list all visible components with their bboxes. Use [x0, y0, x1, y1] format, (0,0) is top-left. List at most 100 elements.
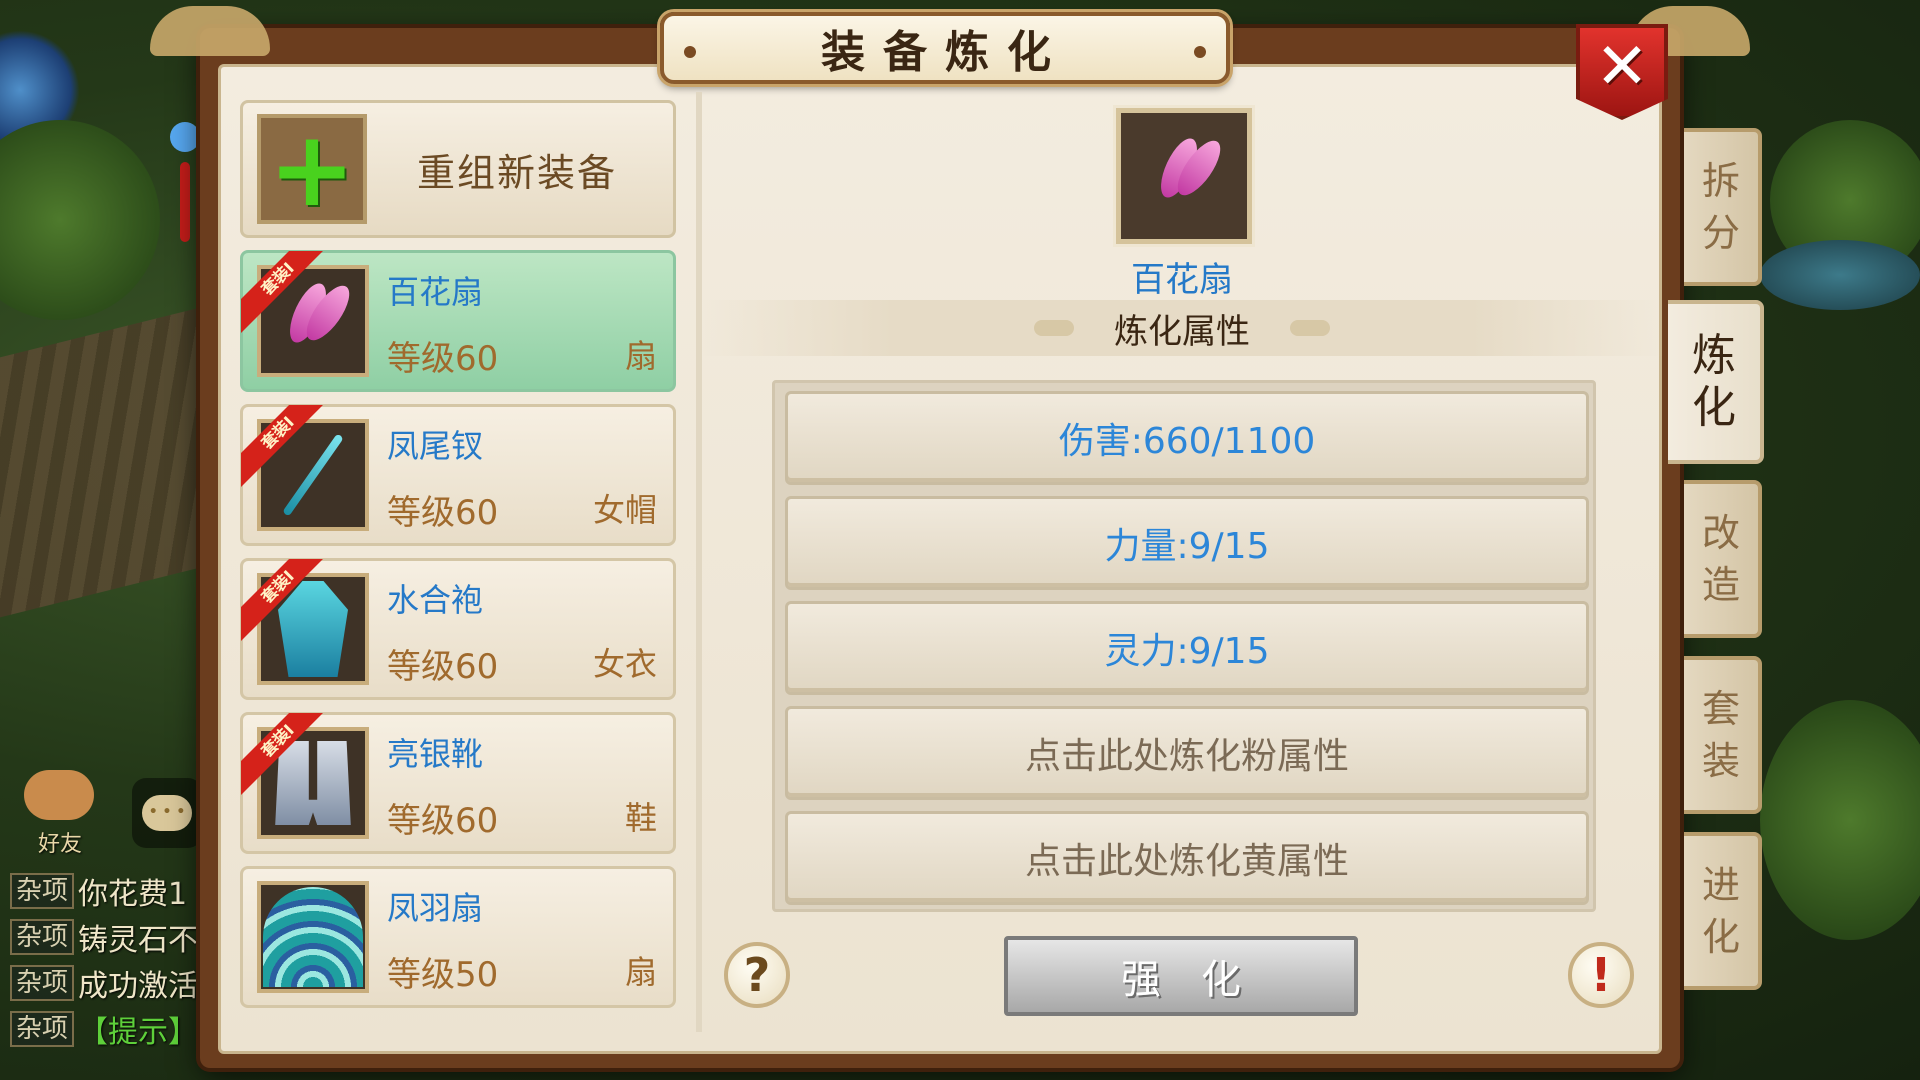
chat-message: 【提示】	[78, 1015, 199, 1050]
pink-fan-icon	[1144, 136, 1224, 216]
equipment-list: + 重组新装备 套装I 百花扇 等级60 扇套装I 凤尾钗 等级60 女帽 套装I 水合袍 等级6…	[240, 100, 676, 1010]
attribute-row[interactable]: 灵力:9/15	[785, 601, 1589, 695]
item-level: 等级60	[387, 647, 499, 687]
set-badge: 套装I	[241, 559, 325, 643]
chat-button[interactable]	[132, 778, 202, 848]
building-roof	[0, 302, 220, 618]
item-level: 等级60	[387, 801, 499, 841]
item-level: 等级50	[387, 955, 499, 995]
chat-message: 铸灵石不	[78, 923, 199, 958]
plus-icon: +	[268, 108, 356, 230]
tree	[0, 120, 160, 320]
chat-line[interactable]: 杂项 【提示】	[10, 1006, 210, 1052]
item-type: 扇	[624, 953, 657, 991]
refine-attribute-button[interactable]: 点击此处炼化粉属性	[785, 706, 1589, 800]
chat-bubble-icon	[142, 795, 192, 831]
item-level: 等级60	[387, 493, 499, 533]
close-icon: ✕	[1595, 30, 1649, 104]
set-badge: 套装I	[241, 251, 325, 335]
orb-icon	[170, 122, 200, 152]
side-tab-char: 分	[1701, 211, 1740, 255]
item-name: 水合袍	[387, 581, 484, 619]
side-tab-char: 拆	[1701, 159, 1740, 203]
attribute-text: 点击此处炼化粉属性	[1024, 736, 1349, 777]
section-title: 炼化属性	[1114, 311, 1250, 352]
chat-line[interactable]: 杂项 成功激活	[10, 960, 210, 1006]
chat-log: 杂项 你花费1 杂项 铸灵石不 杂项 成功激活 杂项 【提示】	[10, 868, 210, 1052]
tree	[1760, 700, 1920, 940]
chat-line[interactable]: 杂项 你花费1	[10, 868, 210, 914]
side-tab-char: 造	[1701, 563, 1740, 607]
set-badge-label: 套装I	[241, 559, 325, 642]
set-badge: 套装I	[241, 713, 325, 797]
item-name: 百花扇	[387, 273, 484, 311]
attribute-text: 灵力:9/15	[1104, 631, 1270, 672]
item-type: 女衣	[592, 645, 657, 683]
set-badge: 套装I	[241, 405, 325, 489]
side-tab[interactable]: 套装	[1684, 656, 1762, 814]
refine-attribute-button[interactable]: 点击此处炼化黄属性	[785, 811, 1589, 905]
item-level: 等级60	[387, 339, 499, 379]
title-rivet	[684, 46, 696, 58]
set-badge-label: 套装I	[241, 713, 325, 796]
side-tab-char: 改	[1701, 511, 1740, 555]
item-name: 凤羽扇	[387, 889, 484, 927]
friends-button[interactable]: 好友	[10, 770, 110, 860]
chat-message: 成功激活	[78, 969, 199, 1004]
side-tab-char: 套	[1701, 687, 1740, 731]
chat-channel-tag: 杂项	[10, 919, 75, 955]
recombine-new-equipment-button[interactable]: + 重组新装备	[240, 100, 676, 238]
attribute-text: 伤害:660/1100	[1058, 421, 1316, 462]
dialog-title: 装备炼化	[821, 27, 1069, 78]
set-badge-label: 套装I	[241, 405, 325, 488]
help-button[interactable]: ?	[724, 942, 790, 1008]
selected-equipment-name: 百花扇	[1131, 260, 1233, 300]
side-tab[interactable]: 改造	[1684, 480, 1762, 638]
side-tab[interactable]: 炼化	[1668, 300, 1764, 464]
item-type: 女帽	[592, 491, 657, 529]
side-tab-char: 炼	[1692, 330, 1736, 381]
equipment-item[interactable]: 套装I 亮银靴等级60 鞋	[240, 712, 676, 854]
item-type: 鞋	[624, 799, 657, 837]
item-type: 扇	[624, 337, 657, 375]
panel-divider	[696, 92, 702, 1032]
frame-ornament-left	[150, 6, 270, 56]
title-rivet	[1194, 46, 1206, 58]
attribute-text: 点击此处炼化黄属性	[1024, 841, 1349, 882]
refine-attributes-header: 炼化属性	[700, 300, 1664, 356]
side-tab-char: 装	[1701, 739, 1740, 783]
recombine-label: 重组新装备	[417, 150, 618, 195]
attribute-list: 伤害:660/1100 力量:9/15 灵力:9/15 点击此处炼化粉属性 点击此处炼化…	[772, 380, 1596, 912]
side-tab-char: 进	[1701, 863, 1740, 907]
info-button[interactable]: !	[1568, 942, 1634, 1008]
tassel-icon	[180, 162, 190, 242]
equipment-item[interactable]: 套装I 凤尾钗等级60 女帽	[240, 404, 676, 546]
side-tab[interactable]: 拆分	[1684, 128, 1762, 286]
chat-channel-tag: 杂项	[10, 965, 75, 1001]
item-name: 亮银靴	[387, 735, 484, 773]
handshake-icon	[24, 770, 94, 820]
attribute-row[interactable]: 伤害:660/1100	[785, 391, 1589, 485]
equipment-item[interactable]: 套装I 水合袍等级60 女衣	[240, 558, 676, 700]
chat-line[interactable]: 杂项 铸灵石不	[10, 914, 210, 960]
attribute-row[interactable]: 力量:9/15	[785, 496, 1589, 590]
set-badge-label: 套装I	[241, 251, 325, 334]
side-tab[interactable]: 进化	[1684, 832, 1762, 990]
equipment-item[interactable]: 套装I 百花扇等级60 扇	[240, 250, 676, 392]
water-pot	[1760, 240, 1920, 310]
attribute-text: 力量:9/15	[1104, 526, 1270, 567]
cloud-ornament-icon	[1290, 320, 1330, 336]
hanging-ornament	[170, 82, 204, 282]
strengthen-button[interactable]: 强化	[1004, 936, 1358, 1016]
plus-slot: +	[257, 114, 367, 224]
selected-equipment-slot[interactable]	[1116, 108, 1252, 244]
title-plate: 装备炼化	[660, 12, 1230, 84]
cloud-ornament-icon	[1034, 320, 1074, 336]
chat-channel-tag: 杂项	[10, 1011, 75, 1047]
strengthen-label: 强化	[1121, 957, 1281, 1003]
chat-channel-tag: 杂项	[10, 873, 75, 909]
item-name: 凤尾钗	[387, 427, 484, 465]
friends-label: 好友	[37, 832, 82, 857]
equipment-item[interactable]: 凤羽扇等级50 扇	[240, 866, 676, 1008]
chat-message: 你花费1	[78, 877, 188, 912]
